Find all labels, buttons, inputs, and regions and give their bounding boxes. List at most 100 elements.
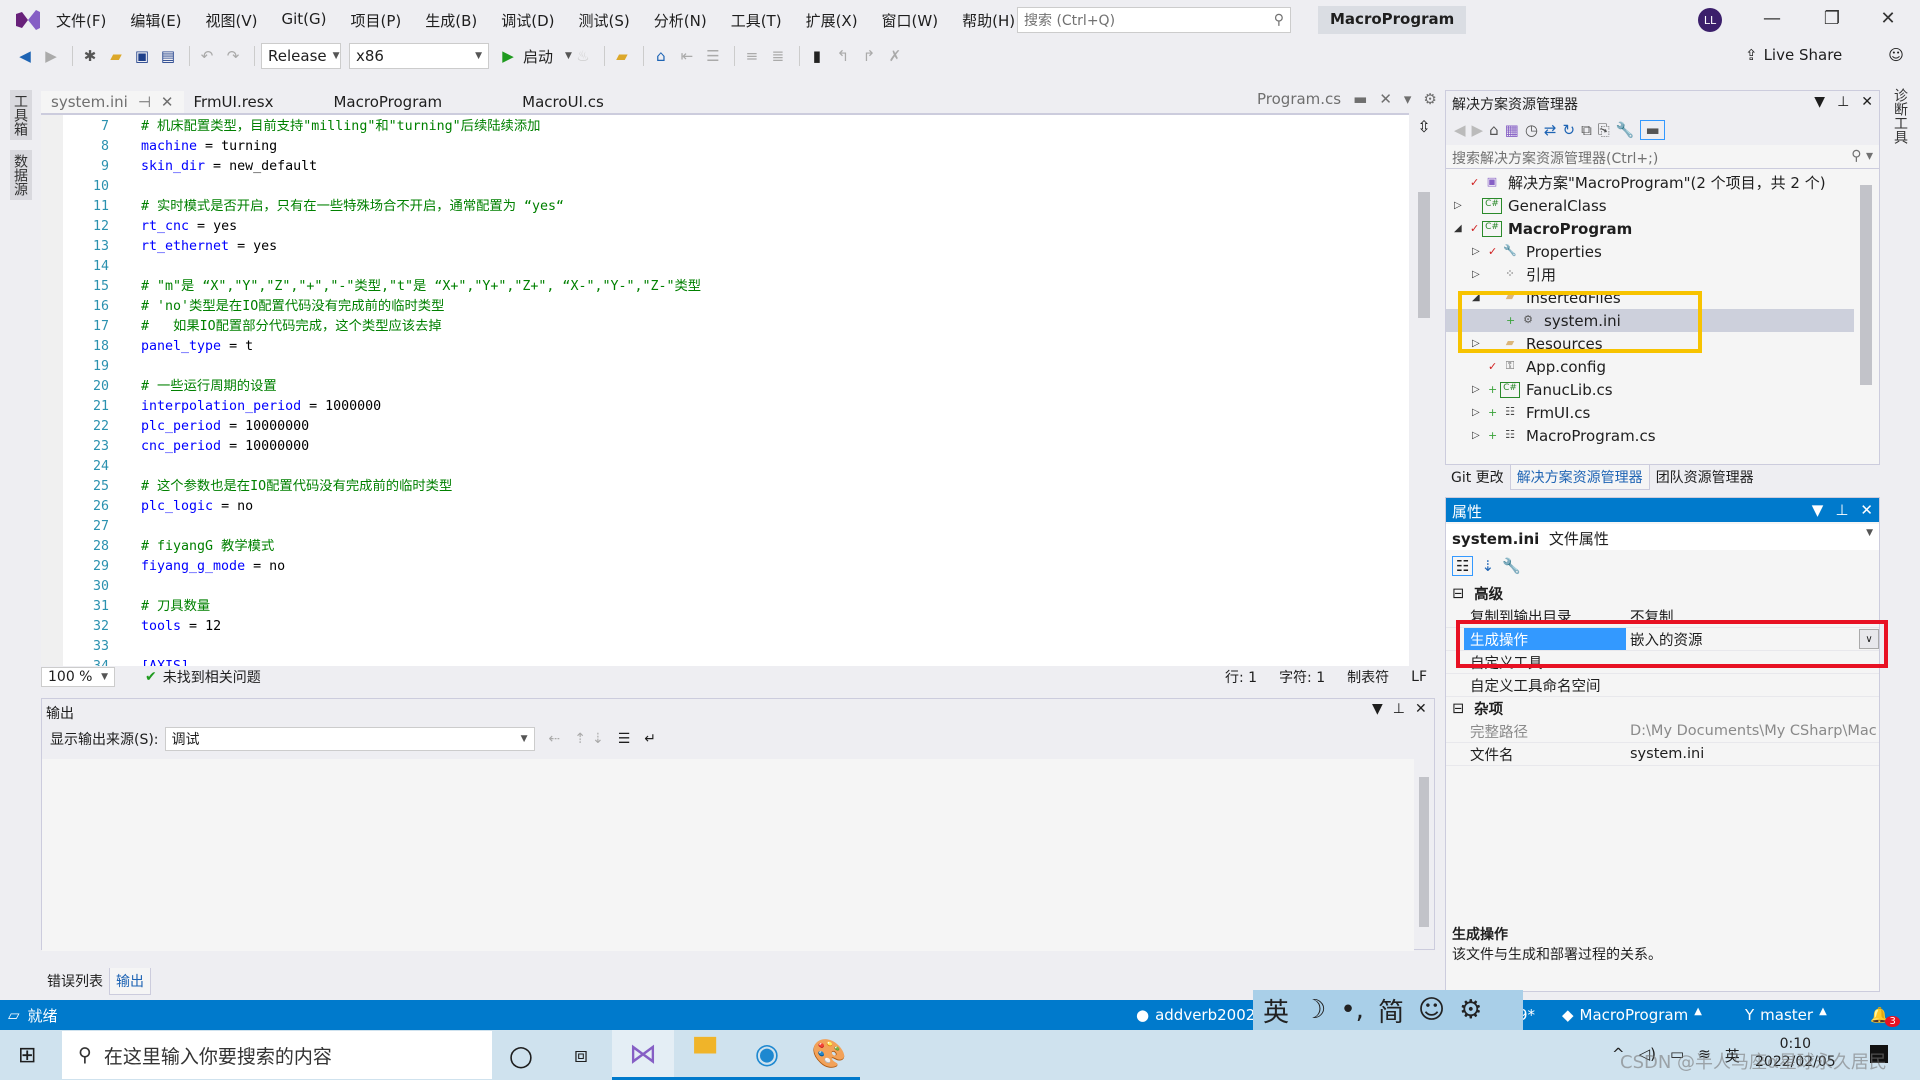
show-all-files-icon[interactable]: ⎘	[1598, 121, 1610, 139]
output-scrollbar[interactable]	[1414, 759, 1434, 949]
menu-item[interactable]: 视图(V)	[206, 10, 258, 31]
start-button[interactable]: 启动	[523, 46, 553, 67]
chevron-down-icon[interactable]: ▾	[1404, 90, 1412, 108]
tree-item[interactable]: ▷ + C# FanucLib.cs	[1446, 378, 1854, 401]
chevron-down-icon[interactable]: ▼	[565, 51, 572, 61]
feedback-icon[interactable]: ☺	[1888, 46, 1904, 64]
solution-explorer-search[interactable]: 搜索解决方案资源管理器(Ctrl+;) ⚲ ▾	[1446, 145, 1879, 169]
property-category[interactable]: ⊟ 杂项	[1446, 697, 1879, 720]
menu-item[interactable]: Git(G)	[282, 10, 327, 31]
split-icon[interactable]: ⇳	[1413, 117, 1435, 139]
property-category[interactable]: ⊟ 高级	[1446, 582, 1879, 605]
property-pages-icon[interactable]: 🔧	[1502, 557, 1521, 575]
tab-system-ini[interactable]: system.ini ⊣ ✕	[41, 91, 184, 113]
tab-macroui-cs[interactable]: MacroUI.cs	[512, 91, 614, 113]
pin-icon[interactable]: ⊥	[1393, 701, 1405, 717]
close-icon[interactable]: ✕	[1379, 90, 1392, 108]
tab-error-list[interactable]: 错误列表	[41, 968, 109, 995]
home-icon[interactable]: ⌂	[650, 45, 672, 67]
ime-moon-icon[interactable]: ☽	[1303, 995, 1326, 1025]
eol-indicator[interactable]: LF	[1411, 669, 1427, 685]
tree-item[interactable]: ✓ ▣ 解决方案"MacroProgram"(2 个项目，共 2 个)	[1446, 171, 1854, 194]
property-row[interactable]: 文件名 system.ini	[1446, 743, 1879, 766]
toolbar-icon[interactable]: ⇤	[676, 45, 698, 67]
clear-bookmarks-icon[interactable]: ✗	[884, 45, 906, 67]
tree-item[interactable]: ◢ ✓ C# MacroProgram	[1446, 217, 1854, 240]
tab-team-explorer[interactable]: 团队资源管理器	[1650, 465, 1760, 490]
property-value[interactable]	[1626, 674, 1879, 696]
tab-git-changes[interactable]: Git 更改	[1445, 465, 1510, 490]
github-account[interactable]: ● addverb2002	[1136, 1006, 1255, 1024]
tab-solution-explorer[interactable]: 解决方案资源管理器	[1509, 465, 1650, 490]
ime-lang-icon[interactable]: 英	[1263, 992, 1289, 1029]
properties-object-selector[interactable]: system.ini 文件属性 ▼	[1446, 524, 1879, 550]
switch-views-icon[interactable]: ▦	[1505, 121, 1519, 139]
ime-simplified-icon[interactable]: 简	[1378, 992, 1404, 1029]
forward-icon[interactable]: ▶	[1472, 121, 1484, 139]
menu-item[interactable]: 文件(F)	[56, 10, 106, 31]
menu-item[interactable]: 扩展(X)	[806, 10, 858, 31]
issues-status[interactable]: 未找到相关问题	[163, 667, 261, 687]
collapse-icon[interactable]: ⊟	[1452, 586, 1464, 602]
word-wrap-icon[interactable]: ↵	[644, 731, 656, 747]
open-folder-icon[interactable]: ▰	[105, 45, 127, 67]
tab-output[interactable]: 输出	[109, 968, 151, 995]
taskbar-file-explorer[interactable]: ▀	[674, 1030, 736, 1080]
menu-item[interactable]: 生成(B)	[425, 10, 477, 31]
close-icon[interactable]: ✕	[1861, 94, 1873, 112]
find-message-icon[interactable]: ⇠	[549, 731, 561, 747]
comment-icon[interactable]: ≡	[741, 45, 763, 67]
output-content[interactable]	[42, 759, 1414, 951]
save-all-icon[interactable]: ▤	[157, 45, 179, 67]
solution-tree-scrollbar[interactable]	[1860, 185, 1872, 385]
collapsed-arrow-icon[interactable]: ▷	[1472, 246, 1488, 257]
back-icon[interactable]: ◀	[1454, 121, 1466, 139]
tree-item[interactable]: ▷ ✓ 🔧 Properties	[1446, 240, 1854, 263]
ime-emoji-icon[interactable]: ☺	[1418, 995, 1445, 1025]
pin-icon[interactable]: ⊥	[1837, 94, 1849, 112]
menu-item[interactable]: 工具(T)	[731, 10, 782, 31]
toolbar-icon[interactable]: ☰	[702, 45, 724, 67]
gear-icon[interactable]: ⚙	[1423, 90, 1436, 108]
next-message-icon[interactable]: ⇣	[592, 731, 604, 747]
tree-item[interactable]: ▷ + ☷ MacroProgram.cs	[1446, 424, 1854, 447]
next-bookmark-icon[interactable]: ↱	[858, 45, 880, 67]
menu-item[interactable]: 窗口(W)	[882, 10, 939, 31]
output-scroll-thumb[interactable]	[1419, 777, 1429, 927]
menu-item[interactable]: 帮助(H)	[962, 10, 1015, 31]
tab-macroprogram[interactable]: MacroProgram	[323, 91, 452, 113]
menu-item[interactable]: 项目(P)	[351, 10, 402, 31]
tree-item[interactable]: ▷ ⁘ 引用	[1446, 263, 1854, 286]
user-avatar[interactable]: LL	[1698, 8, 1722, 32]
close-icon[interactable]: ✕	[161, 93, 174, 111]
preview-tab[interactable]: Program.cs ▬ ✕ ▾ ⚙	[1257, 90, 1437, 108]
property-row[interactable]: 自定义工具命名空间	[1446, 674, 1879, 697]
clear-all-icon[interactable]: ☰	[618, 731, 631, 747]
minimize-button[interactable]: —	[1752, 8, 1792, 32]
alphabetical-icon[interactable]: ⇣	[1481, 557, 1494, 575]
back-icon[interactable]: ◀	[14, 45, 36, 67]
properties-icon[interactable]: 🔧	[1616, 121, 1635, 139]
categorized-icon[interactable]: ☷	[1452, 556, 1474, 576]
collapsed-arrow-icon[interactable]: ▷	[1472, 269, 1488, 280]
collapse-all-icon[interactable]: ⧉	[1581, 121, 1592, 139]
taskbar-search[interactable]: ⚲ 在这里输入你要搜索的内容	[62, 1031, 492, 1079]
menu-item[interactable]: 测试(S)	[579, 10, 630, 31]
taskbar-visual-studio[interactable]: ⋈	[612, 1030, 674, 1080]
preview-selected-icon[interactable]: ▬	[1640, 120, 1665, 140]
indent-indicator[interactable]: 制表符	[1347, 667, 1389, 687]
ime-punct-icon[interactable]: •,	[1340, 995, 1364, 1025]
menu-item[interactable]: 分析(N)	[654, 10, 707, 31]
tree-item[interactable]: ▷ + ☷ FrmUI.cs	[1446, 401, 1854, 424]
configuration-select[interactable]: Release ▼	[261, 43, 341, 69]
zoom-select[interactable]: 100 % ▼	[41, 667, 115, 687]
chevron-down-icon[interactable]: ▼	[1812, 501, 1824, 519]
redo-icon[interactable]: ↷	[222, 45, 244, 67]
cortana-icon[interactable]: ○	[490, 1030, 552, 1080]
property-value[interactable]: system.ini	[1626, 743, 1879, 765]
restore-button[interactable]: ❐	[1812, 8, 1852, 32]
prev-bookmark-icon[interactable]: ↰	[832, 45, 854, 67]
expanded-arrow-icon[interactable]: ◢	[1454, 223, 1470, 234]
menu-item[interactable]: 编辑(E)	[130, 10, 181, 31]
home-icon[interactable]: ⌂	[1489, 121, 1499, 139]
